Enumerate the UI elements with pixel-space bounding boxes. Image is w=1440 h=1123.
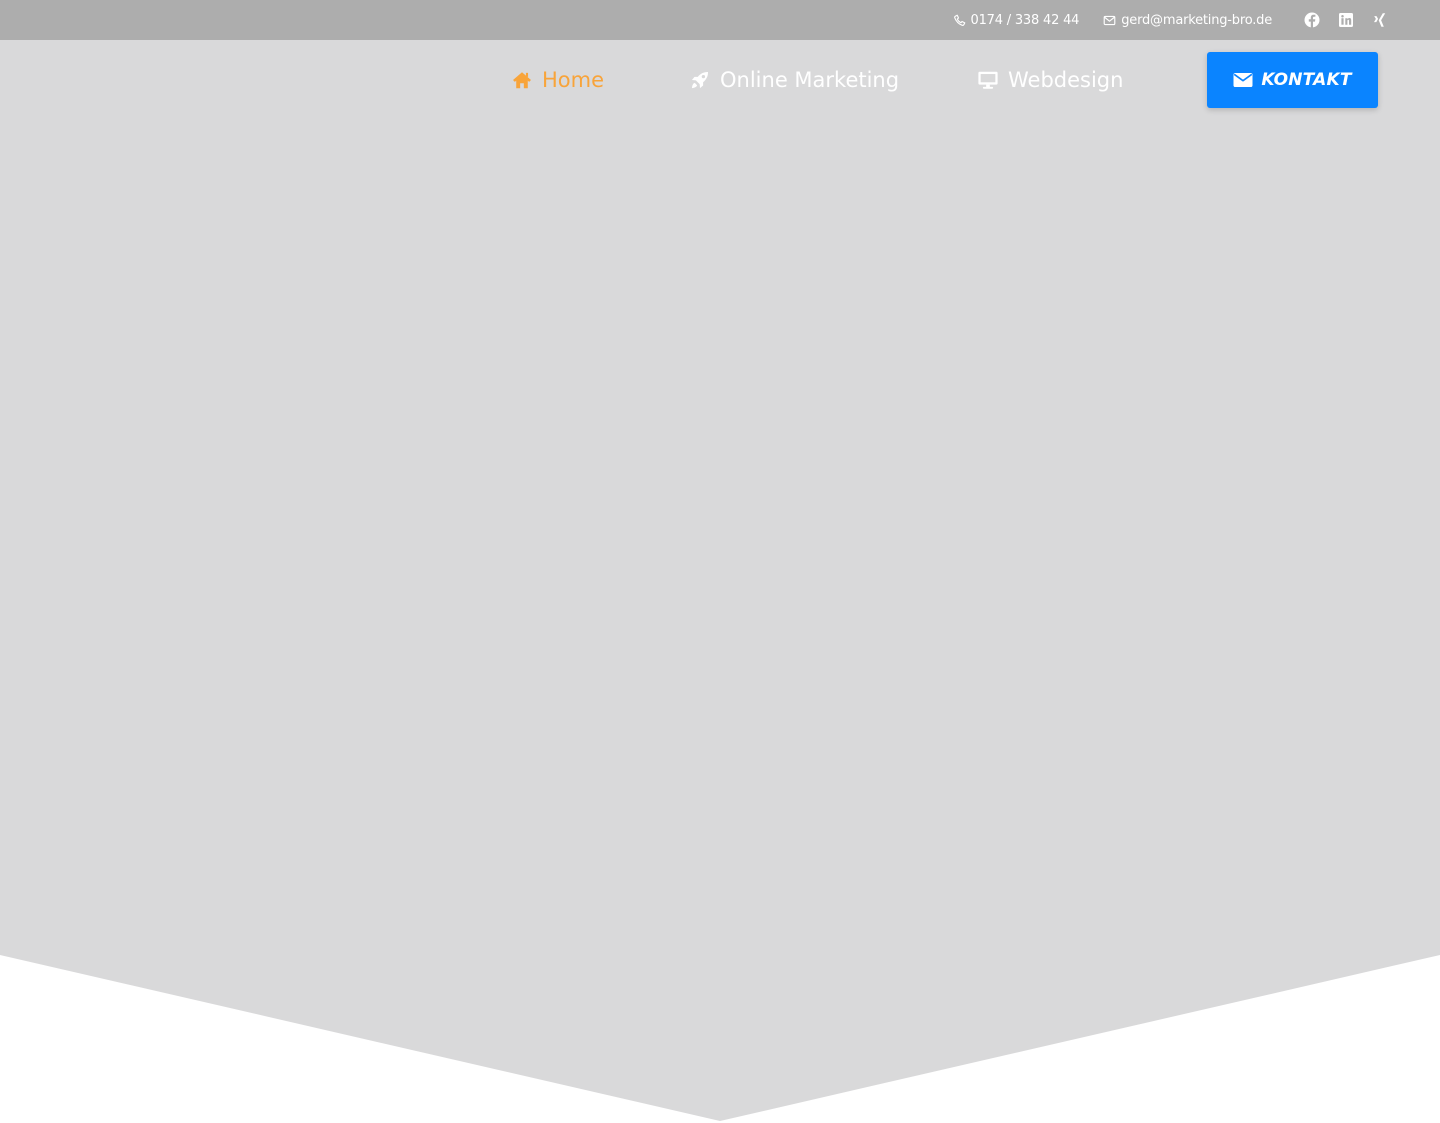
email-link[interactable]: gerd@marketing-bro.de [1103, 13, 1272, 28]
nav-online-marketing-label: Online Marketing [720, 68, 900, 92]
homepage: 0174 / 338 42 44 gerd@marketing-bro.de H… [0, 0, 1440, 1123]
phone-text: 0174 / 338 42 44 [970, 12, 1080, 28]
hero-background [0, 0, 1440, 1121]
envelope-icon [1233, 73, 1253, 87]
facebook-icon [1304, 12, 1320, 28]
home-icon [513, 72, 531, 89]
monitor-icon [978, 71, 998, 89]
contact-button[interactable]: Kontakt [1207, 52, 1378, 108]
contact-button-label: Kontakt [1261, 70, 1352, 90]
facebook-link[interactable] [1304, 12, 1320, 28]
nav-item-webdesign[interactable]: Webdesign [977, 40, 1123, 120]
email-text: gerd@marketing-bro.de [1121, 12, 1272, 28]
rocket-icon [691, 72, 708, 89]
nav-webdesign-label: Webdesign [1008, 68, 1124, 92]
xing-icon [1374, 13, 1386, 27]
phone-link[interactable]: 0174 / 338 42 44 [953, 12, 1080, 28]
xing-link[interactable] [1372, 12, 1388, 28]
top-contact-bar: 0174 / 338 42 44 gerd@marketing-bro.de [0, 0, 1440, 40]
social-links [1304, 0, 1388, 40]
linkedin-icon [1339, 13, 1353, 27]
topbar-contact-list: 0174 / 338 42 44 gerd@marketing-bro.de [953, 0, 1272, 40]
linkedin-link[interactable] [1338, 12, 1354, 28]
nav-item-home[interactable]: Home [511, 40, 604, 120]
nav-item-online-marketing[interactable]: Online Marketing [689, 40, 899, 120]
hero-shape [0, 0, 1440, 1121]
phone-icon [953, 14, 965, 26]
envelope-icon [1103, 15, 1116, 25]
nav-home-label: Home [542, 68, 605, 92]
